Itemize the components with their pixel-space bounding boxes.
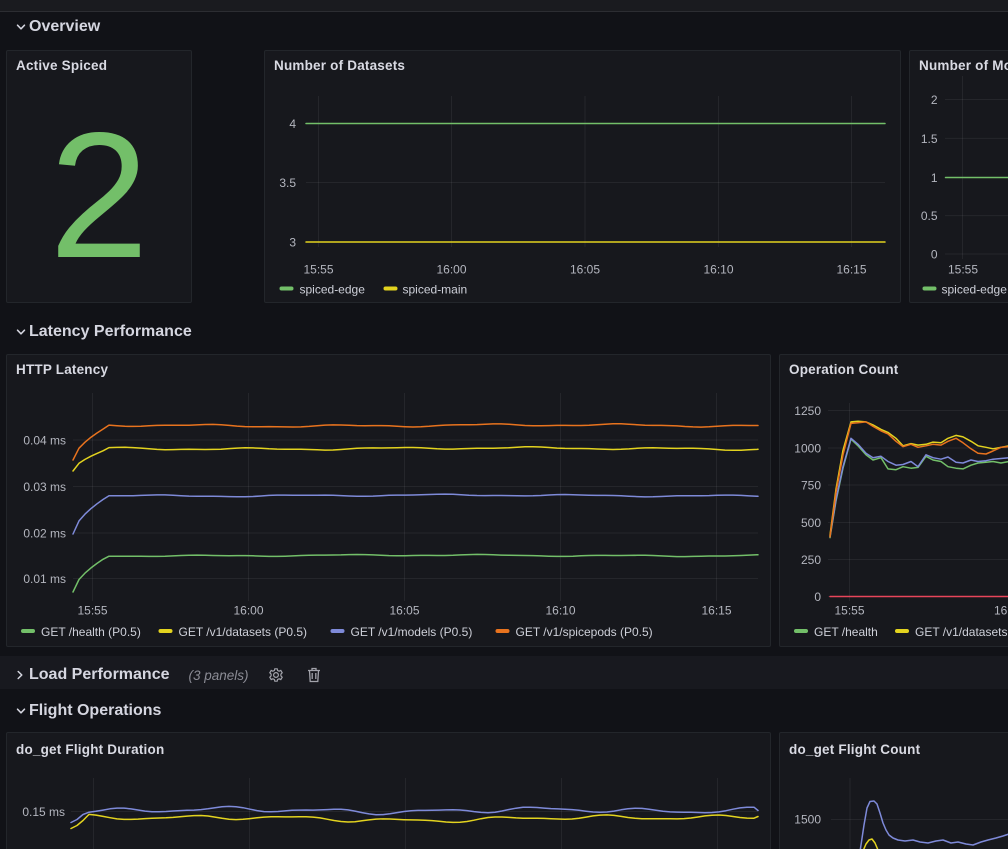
svg-text:250: 250 bbox=[801, 553, 821, 567]
svg-text:3: 3 bbox=[289, 236, 296, 250]
svg-text:16:00: 16:00 bbox=[436, 263, 466, 277]
svg-text:GET /health: GET /health bbox=[814, 625, 878, 639]
svg-text:500: 500 bbox=[801, 516, 821, 530]
svg-text:0.15 ms: 0.15 ms bbox=[22, 805, 65, 819]
svg-text:0.04 ms: 0.04 ms bbox=[23, 434, 66, 448]
svg-text:1500: 1500 bbox=[794, 813, 821, 827]
svg-text:0.5: 0.5 bbox=[921, 209, 938, 223]
svg-text:1250: 1250 bbox=[794, 404, 821, 418]
svg-text:16:00: 16:00 bbox=[994, 604, 1008, 618]
svg-text:2: 2 bbox=[931, 93, 938, 107]
svg-text:3.5: 3.5 bbox=[279, 176, 296, 190]
svg-text:0.01 ms: 0.01 ms bbox=[23, 572, 66, 586]
svg-text:15:55: 15:55 bbox=[948, 263, 978, 277]
svg-text:0.02 ms: 0.02 ms bbox=[23, 527, 66, 541]
svg-text:GET /v1/datasets (P0.5): GET /v1/datasets (P0.5) bbox=[179, 625, 308, 639]
svg-text:GET /v1/spicepods (P0.5): GET /v1/spicepods (P0.5) bbox=[516, 625, 653, 639]
svg-text:0: 0 bbox=[931, 248, 938, 262]
svg-text:16:05: 16:05 bbox=[570, 263, 600, 277]
svg-text:GET /v1/models (P0.5): GET /v1/models (P0.5) bbox=[351, 625, 473, 639]
svg-text:1.5: 1.5 bbox=[921, 132, 938, 146]
svg-text:0.03 ms: 0.03 ms bbox=[23, 480, 66, 494]
svg-text:spiced-main: spiced-main bbox=[403, 283, 468, 297]
svg-text:15:55: 15:55 bbox=[834, 604, 864, 618]
svg-text:spiced-edge: spiced-edge bbox=[942, 283, 1008, 297]
svg-text:16:10: 16:10 bbox=[703, 263, 733, 277]
svg-text:16:15: 16:15 bbox=[701, 604, 731, 618]
svg-text:GET /v1/datasets: GET /v1/datasets bbox=[915, 625, 1008, 639]
svg-text:1: 1 bbox=[931, 171, 938, 185]
svg-text:4: 4 bbox=[289, 117, 296, 131]
svg-text:16:15: 16:15 bbox=[836, 263, 866, 277]
svg-text:16:00: 16:00 bbox=[233, 604, 263, 618]
svg-text:GET /health (P0.5): GET /health (P0.5) bbox=[41, 625, 141, 639]
svg-text:750: 750 bbox=[801, 479, 821, 493]
svg-text:1000: 1000 bbox=[794, 442, 821, 456]
svg-text:15:55: 15:55 bbox=[77, 604, 107, 618]
svg-text:0: 0 bbox=[814, 590, 821, 604]
svg-text:16:10: 16:10 bbox=[545, 604, 575, 618]
svg-text:spiced-edge: spiced-edge bbox=[300, 283, 366, 297]
svg-text:15:55: 15:55 bbox=[303, 263, 333, 277]
svg-text:16:05: 16:05 bbox=[389, 604, 419, 618]
